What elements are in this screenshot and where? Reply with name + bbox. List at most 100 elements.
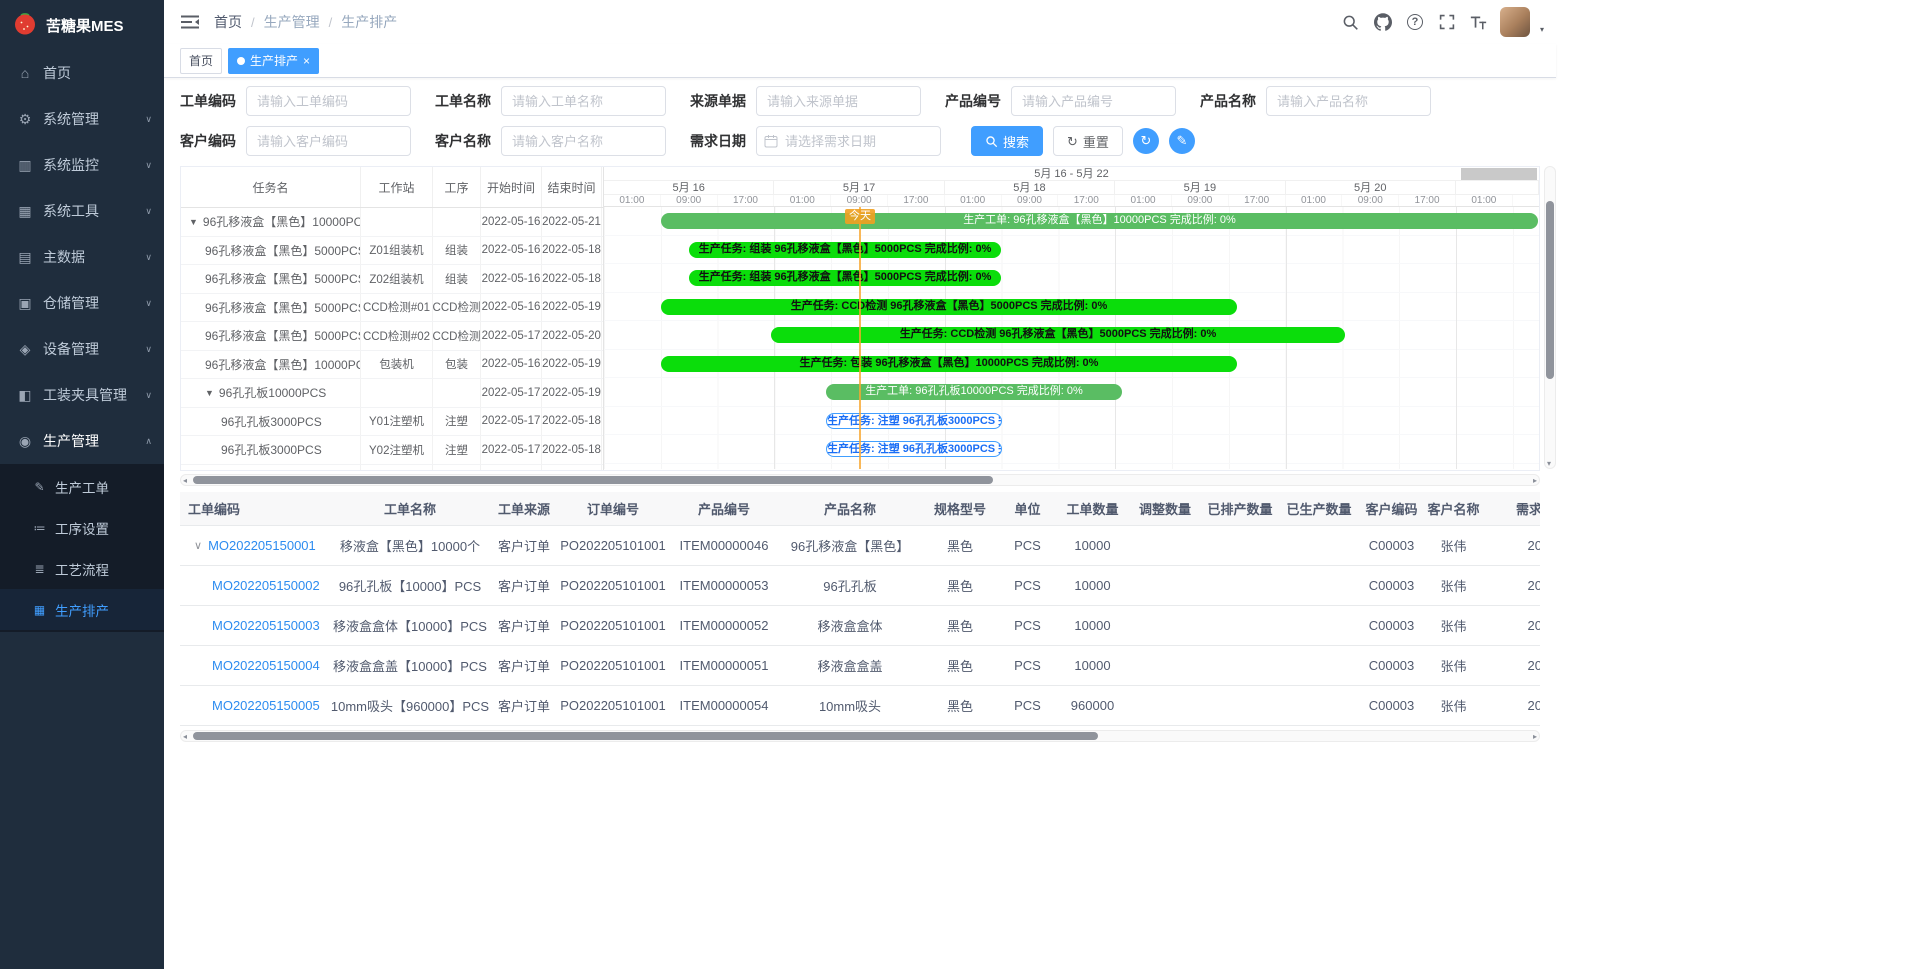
sidebar-item-system[interactable]: ⚙系统管理∨ bbox=[0, 96, 164, 142]
sidebar-subitem-label: 生产排产 bbox=[55, 600, 164, 620]
chevron-icon: ∨ bbox=[145, 252, 152, 263]
sidebar-item-device[interactable]: ◈设备管理∨ bbox=[0, 326, 164, 372]
font-size-icon[interactable] bbox=[1468, 11, 1490, 33]
scrollbar-thumb[interactable] bbox=[193, 732, 1098, 740]
gantt-bar[interactable]: 生产任务: CCD检测 96孔移液盒【黑色】5000PCS 完成比例: 0% bbox=[771, 327, 1345, 343]
close-icon[interactable]: × bbox=[303, 55, 310, 67]
table-row[interactable]: MO20220515000510mm吸头【960000】PCS客户订单PO202… bbox=[180, 686, 1540, 726]
sidebar-item-home[interactable]: ⌂首页 bbox=[0, 50, 164, 96]
work-order-code-input[interactable] bbox=[246, 86, 411, 116]
avatar[interactable] bbox=[1500, 7, 1530, 37]
app-logo[interactable]: 苦糖果MES bbox=[0, 0, 164, 50]
fullscreen-icon[interactable] bbox=[1436, 11, 1458, 33]
refresh-circle-button[interactable]: ↻ bbox=[1133, 128, 1159, 154]
search-button-label: 搜索 bbox=[1003, 132, 1029, 151]
table-row[interactable]: MO20220515000296孔孔板【10000】PCS客户订单PO20220… bbox=[180, 566, 1540, 606]
input-wrap bbox=[1266, 86, 1431, 116]
chevron-icon: ∨ bbox=[145, 344, 152, 355]
scrollbar-thumb[interactable] bbox=[1546, 201, 1554, 379]
search-icon[interactable] bbox=[1340, 11, 1362, 33]
worktable-cell-1: 移液盒【黑色】10000个 bbox=[330, 536, 490, 555]
worktable-cell-2: 客户订单 bbox=[490, 696, 558, 715]
navbar-actions: ? ▾ bbox=[1340, 7, 1544, 37]
work-order-name-input[interactable] bbox=[501, 86, 666, 116]
worktable-cell-4: ITEM00000053 bbox=[668, 578, 780, 593]
fixture-icon: ◧ bbox=[16, 387, 34, 404]
source-doc-input[interactable] bbox=[756, 86, 921, 116]
work-order-link[interactable]: MO202205150001 bbox=[208, 538, 316, 553]
expand-icon[interactable]: ∨ bbox=[194, 539, 202, 552]
breadcrumb-item[interactable]: 生产排产 bbox=[341, 12, 397, 32]
input-wrap bbox=[756, 126, 941, 156]
scroll-left-icon[interactable]: ◂ bbox=[183, 475, 187, 487]
table-row[interactable]: MO202205150004移液盒盒盖【10000】PCS客户订单PO20220… bbox=[180, 646, 1540, 686]
gantt-bar[interactable]: 生产任务: 包装 96孔移液盒【黑色】10000PCS 完成比例: 0% bbox=[661, 356, 1237, 372]
search-button[interactable]: 搜索 bbox=[971, 126, 1043, 156]
scroll-left-icon[interactable]: ◂ bbox=[183, 731, 187, 743]
timeline-hour: 17:00 bbox=[888, 195, 945, 206]
customer-code-input[interactable] bbox=[246, 126, 411, 156]
sidebar-item-tools[interactable]: ▦系统工具∨ bbox=[0, 188, 164, 234]
scroll-right-icon[interactable]: ▸ bbox=[1533, 731, 1537, 743]
table-horizontal-scrollbar[interactable]: ◂ ▸ bbox=[180, 730, 1540, 742]
gantt-vertical-scrollbar[interactable]: ▾ bbox=[1544, 166, 1556, 469]
help-icon[interactable]: ? bbox=[1404, 11, 1426, 33]
sidebar-item-masterdata[interactable]: ▤主数据∨ bbox=[0, 234, 164, 280]
sidebar-item-label: 主数据 bbox=[43, 247, 141, 267]
product-name-input[interactable] bbox=[1266, 86, 1431, 116]
work-order-link[interactable]: MO202205150002 bbox=[212, 578, 320, 593]
scroll-down-icon[interactable]: ▾ bbox=[1547, 459, 1551, 468]
demand-date-input[interactable] bbox=[756, 126, 941, 156]
gantt-bar[interactable]: 生产任务: CCD检测 96孔移液盒【黑色】5000PCS 完成比例: 0% bbox=[661, 299, 1237, 315]
collapse-icon[interactable]: ▼ bbox=[189, 217, 198, 227]
sidebar-item-warehouse[interactable]: ▣仓储管理∨ bbox=[0, 280, 164, 326]
gantt-bar[interactable]: 生产工单: 96孔移液盒【黑色】10000PCS 完成比例: 0% bbox=[661, 213, 1538, 229]
table-row[interactable]: MO202205150003移液盒盒体【10000】PCS客户订单PO20220… bbox=[180, 606, 1540, 646]
tab-1[interactable]: 生产排产× bbox=[228, 48, 319, 74]
gantt-bar[interactable]: 生产任务: 注塑 96孔孔板3000PCS 完成比例: 0% bbox=[826, 413, 1002, 429]
sidebar-toggle-icon[interactable] bbox=[180, 12, 200, 32]
gantt-horizontal-scrollbar[interactable]: ◂ ▸ bbox=[180, 474, 1540, 486]
scrollbar-thumb[interactable] bbox=[193, 476, 993, 484]
edit-circle-button[interactable]: ✎ bbox=[1169, 128, 1195, 154]
task-label: 96孔移液盒【黑色】10000PCS bbox=[205, 356, 360, 373]
sidebar-subitem-work-order[interactable]: ✎生产工单 bbox=[0, 466, 164, 507]
gantt-process bbox=[433, 208, 481, 236]
work-order-link[interactable]: MO202205150005 bbox=[212, 698, 320, 713]
chevron-icon: ∨ bbox=[145, 298, 152, 309]
worktable-cell-3: PO202205101001 bbox=[558, 538, 668, 553]
worktable-cell-5: 移液盒盒体 bbox=[780, 616, 920, 635]
caret-down-icon[interactable]: ▾ bbox=[1540, 25, 1544, 34]
sidebar-subitem-process-setting[interactable]: ≔工序设置 bbox=[0, 507, 164, 548]
sidebar-item-fixture[interactable]: ◧工装夹具管理∨ bbox=[0, 372, 164, 418]
table-row[interactable]: ∨MO202205150001移液盒【黑色】10000个客户订单PO202205… bbox=[180, 526, 1540, 566]
question-mark-icon: ? bbox=[1407, 14, 1423, 30]
timeline-hour: 01:00 bbox=[1115, 195, 1172, 206]
tab-0[interactable]: 首页 bbox=[180, 48, 222, 74]
gantt-bar[interactable]: 生产任务: 组装 96孔移液盒【黑色】5000PCS 完成比例: 0% bbox=[689, 242, 1001, 258]
github-icon[interactable] bbox=[1372, 11, 1394, 33]
breadcrumb-item[interactable]: 生产管理 bbox=[264, 12, 320, 32]
breadcrumb-item[interactable]: 首页 bbox=[214, 12, 242, 32]
gantt-bar[interactable]: 生产任务: 组装 96孔移液盒【黑色】5000PCS 完成比例: 0% bbox=[689, 270, 1001, 286]
task-label: 96孔移液盒【黑色】5000PCS bbox=[205, 242, 360, 259]
scroll-right-icon[interactable]: ▸ bbox=[1533, 475, 1537, 487]
product-code-input[interactable] bbox=[1011, 86, 1176, 116]
sidebar-subitem-scheduling[interactable]: ▦生产排产 bbox=[0, 589, 164, 630]
worktable-cell-5: 96孔孔板 bbox=[780, 576, 920, 595]
customer-name-input[interactable] bbox=[501, 126, 666, 156]
work-order-link[interactable]: MO202205150004 bbox=[212, 658, 320, 673]
gantt-process: CCD检测 bbox=[433, 294, 481, 322]
worktable-cell-6: 黑色 bbox=[920, 536, 1000, 555]
gantt-chart-row: 生产任务: 组装 96孔移液盒【黑色】5000PCS 完成比例: 0% bbox=[604, 236, 1539, 265]
collapse-icon[interactable]: ▼ bbox=[205, 388, 214, 398]
reset-button[interactable]: ↻ 重置 bbox=[1053, 126, 1123, 156]
sidebar-item-monitor[interactable]: ▥系统监控∨ bbox=[0, 142, 164, 188]
sidebar-subitem-process-flow[interactable]: ≣工艺流程 bbox=[0, 548, 164, 589]
sidebar-item-production[interactable]: ◉生产管理∧ bbox=[0, 418, 164, 464]
sidebar-subitem-label: 生产工单 bbox=[55, 477, 164, 497]
gantt-bar[interactable]: 生产工单: 96孔孔板10000PCS 完成比例: 0% bbox=[826, 384, 1122, 400]
gantt-bar[interactable]: 生产任务: 注塑 96孔孔板3000PCS 完成比例: 0% bbox=[826, 441, 1002, 457]
work-order-link[interactable]: MO202205150003 bbox=[212, 618, 320, 633]
filter-actions: 搜索 ↻ 重置 ↻ ✎ bbox=[971, 126, 1195, 156]
